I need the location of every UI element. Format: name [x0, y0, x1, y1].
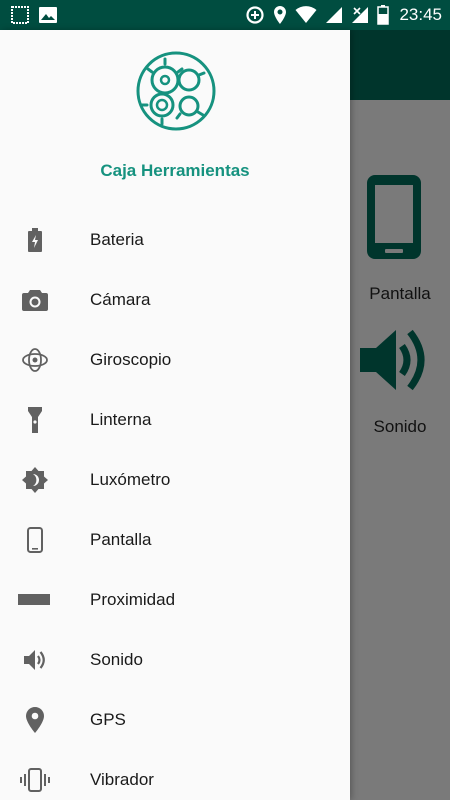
menu-item-label: Bateria	[90, 230, 144, 249]
gyroscope-icon	[18, 348, 52, 372]
menu-item-sonido[interactable]: Sonido	[0, 630, 350, 690]
sonido-card-label: Sonido	[373, 417, 427, 436]
menu-item-label: Giroscopio	[90, 350, 172, 369]
menu-item-label: Linterna	[90, 410, 152, 429]
brightness-icon	[18, 467, 52, 493]
menu-item-bateria[interactable]: Bateria	[0, 210, 350, 270]
menu-item-label: Pantalla	[90, 530, 152, 549]
status-time: 23:45	[399, 5, 442, 24]
phone-icon	[367, 175, 421, 259]
volume-icon	[18, 648, 52, 672]
battery-charging-icon	[18, 228, 52, 252]
menu-item-gps[interactable]: GPS	[0, 690, 350, 750]
menu-item-label: Luxómetro	[90, 470, 171, 489]
drawer-menu: Bateria Cámara Giroscopio Linterna Luxóm…	[0, 210, 350, 800]
pantalla-card[interactable]: Pantalla	[350, 170, 450, 310]
location-pin-icon	[18, 707, 52, 733]
signal-icon	[325, 6, 343, 24]
menu-item-label: Cámara	[90, 290, 151, 309]
menu-item-linterna[interactable]: Linterna	[0, 390, 350, 450]
menu-item-label: Proximidad	[90, 590, 176, 609]
sim-icon	[10, 6, 30, 24]
menu-item-proximidad[interactable]: Proximidad	[0, 570, 350, 630]
status-bar: 23:45	[0, 0, 450, 30]
proximity-bar-icon	[18, 588, 50, 612]
menu-item-camara[interactable]: Cámara	[0, 270, 350, 330]
location-icon	[273, 5, 287, 25]
speaker-icon	[360, 329, 425, 391]
menu-item-label: GPS	[90, 710, 126, 729]
menu-item-vibrador[interactable]: Vibrador	[0, 750, 350, 800]
pantalla-card-label: Pantalla	[369, 284, 431, 303]
flashlight-icon	[18, 407, 52, 433]
menu-item-pantalla[interactable]: Pantalla	[0, 510, 350, 570]
phone-icon	[18, 527, 52, 553]
signal-no-data-icon	[351, 6, 369, 24]
battery-icon	[377, 5, 390, 25]
gears-logo-icon	[135, 50, 217, 132]
vibration-icon	[18, 768, 52, 792]
drawer-title: Caja Herramientas	[100, 161, 250, 180]
menu-item-luxometro[interactable]: Luxómetro	[0, 450, 350, 510]
menu-item-giroscopio[interactable]: Giroscopio	[0, 330, 350, 390]
sonido-card[interactable]: Sonido	[350, 320, 450, 450]
image-icon	[38, 6, 58, 24]
wifi-icon	[295, 6, 317, 24]
navigation-drawer: Caja Herramientas Bateria Cámara Girosco…	[0, 30, 350, 800]
data-saver-icon	[245, 5, 265, 25]
menu-item-label: Sonido	[90, 650, 143, 669]
camera-icon	[18, 288, 52, 312]
menu-item-label: Vibrador	[90, 770, 154, 789]
